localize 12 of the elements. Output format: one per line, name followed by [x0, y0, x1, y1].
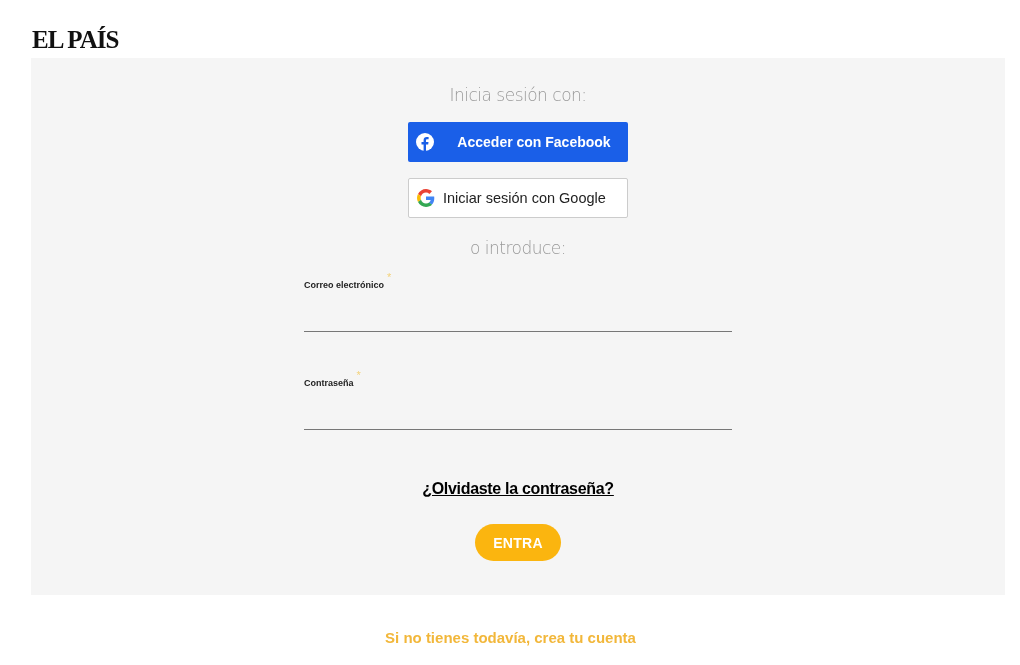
- required-mark: *: [356, 370, 361, 381]
- required-mark: *: [387, 272, 392, 283]
- google-login-button[interactable]: Iniciar sesión con Google: [408, 178, 628, 218]
- logo[interactable]: EL PAÍS: [32, 26, 119, 58]
- google-icon: [417, 189, 435, 207]
- field-label: Contraseña: [304, 378, 354, 388]
- facebook-icon: [416, 133, 434, 151]
- facebook-login-button[interactable]: Acceder con Facebook: [408, 122, 628, 162]
- section-heading: Inicia sesión con:: [449, 85, 587, 105]
- section-heading: o introduce:: [469, 238, 567, 258]
- forgot-password-link[interactable]: ¿Olvidaste la contraseña?: [422, 480, 614, 498]
- field-label: Correo electrónico: [304, 280, 385, 290]
